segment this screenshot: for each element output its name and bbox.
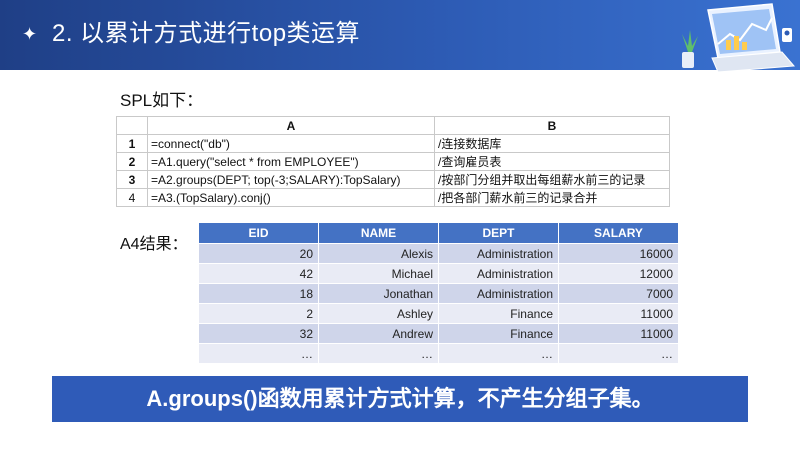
table-row: 32 Andrew Finance 11000 [198, 323, 679, 344]
table-row: 2 Ashley Finance 11000 [198, 303, 679, 324]
dept-cell: Administration [438, 263, 559, 284]
name-cell: Andrew [318, 323, 439, 344]
table-row: 42 Michael Administration 12000 [198, 263, 679, 284]
laptop-chart-illustration [682, 3, 796, 73]
sparkle-icon: ✦ [22, 24, 38, 44]
table-row: 20 Alexis Administration 16000 [198, 243, 679, 264]
cell-a2[interactable]: =A1.query("select * from EMPLOYEE") [147, 152, 435, 171]
dept-cell: Finance [438, 303, 559, 324]
cell-b3[interactable]: /按部门分组并取出每组薪水前三的记录 [434, 170, 670, 189]
salary-cell: 11000 [558, 303, 679, 324]
slide-title: 2. 以累计方式进行top类运算 [52, 20, 361, 47]
salary-cell: 16000 [558, 243, 679, 264]
column-header-eid: EID [198, 222, 319, 244]
ellipsis-cell: … [318, 343, 439, 364]
eid-cell: 20 [198, 243, 319, 264]
salary-cell: 12000 [558, 263, 679, 284]
row-number: 3 [116, 170, 148, 189]
result-table: EID NAME DEPT SALARY 20 Alexis Administr… [198, 222, 679, 364]
row-number: 2 [116, 152, 148, 171]
cell-b4[interactable]: /把各部门薪水前三的记录合并 [434, 188, 670, 207]
cell-a1[interactable]: =connect("db") [147, 134, 435, 153]
eid-cell: 42 [198, 263, 319, 284]
dept-cell: Administration [438, 243, 559, 264]
dept-cell: Administration [438, 283, 559, 304]
summary-banner: A.groups()函数用累计方式计算，不产生分组子集。 [52, 376, 748, 422]
ellipsis-cell: … [438, 343, 559, 364]
title-bar: ✦ 2. 以累计方式进行top类运算 [0, 0, 800, 73]
ellipsis-cell: … [558, 343, 679, 364]
salary-cell: 7000 [558, 283, 679, 304]
row-number: 1 [116, 134, 148, 153]
cell-b2[interactable]: /查询雇员表 [434, 152, 670, 171]
eid-cell: 32 [198, 323, 319, 344]
spl-label: SPL如下： [120, 91, 204, 110]
column-header-a: A [147, 116, 435, 135]
result-label: A4结果： [120, 236, 188, 253]
cell-b1[interactable]: /连接数据库 [434, 134, 670, 153]
cell-a3[interactable]: =A2.groups(DEPT; top(-3;SALARY):TopSalar… [147, 170, 435, 189]
dept-cell: Finance [438, 323, 559, 344]
grid-corner [116, 116, 148, 135]
spl-grid: A B 1 =connect("db") /连接数据库 2 =A1.query(… [116, 116, 670, 207]
column-header-name: NAME [318, 222, 439, 244]
ellipsis-cell: … [198, 343, 319, 364]
name-cell: Michael [318, 263, 439, 284]
name-cell: Alexis [318, 243, 439, 264]
column-header-b: B [434, 116, 670, 135]
name-cell: Jonathan [318, 283, 439, 304]
cell-a4[interactable]: =A3.(TopSalary).conj() [147, 188, 435, 207]
eid-cell: 18 [198, 283, 319, 304]
row-number: 4 [116, 188, 148, 207]
salary-cell: 11000 [558, 323, 679, 344]
eid-cell: 2 [198, 303, 319, 324]
name-cell: Ashley [318, 303, 439, 324]
table-row: … … … … [198, 343, 679, 364]
column-header-dept: DEPT [438, 222, 559, 244]
column-header-salary: SALARY [558, 222, 679, 244]
table-row: 18 Jonathan Administration 7000 [198, 283, 679, 304]
